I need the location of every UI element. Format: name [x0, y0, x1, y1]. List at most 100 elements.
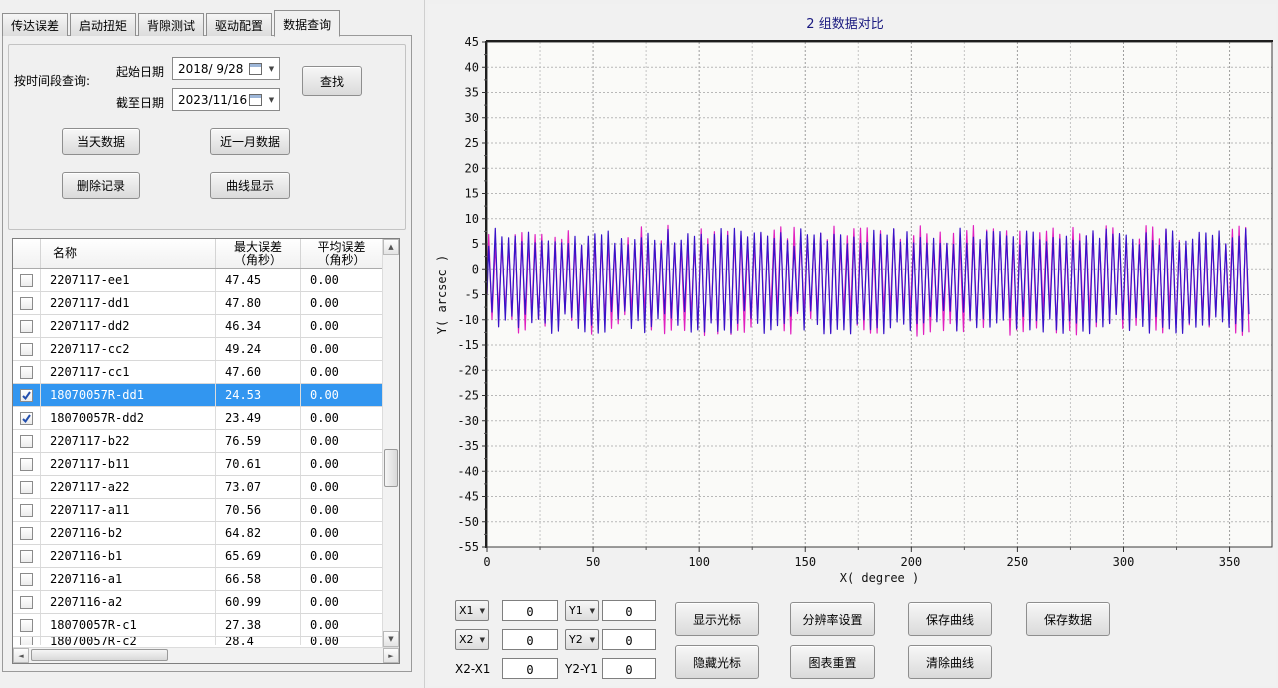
today-data-button[interactable]: 当天数据: [62, 128, 140, 155]
scroll-up-arrow[interactable]: ▲: [383, 239, 399, 255]
chevron-down-icon[interactable]: ▼: [265, 59, 278, 78]
show-cursor-button[interactable]: 显示光标: [675, 602, 759, 636]
y-tick-label: 25: [465, 136, 479, 150]
delete-record-button[interactable]: 删除记录: [62, 172, 140, 199]
y1-select[interactable]: Y1▼: [565, 600, 599, 621]
cell-name: 2207116-b1: [41, 545, 216, 567]
y-tick-label: 15: [465, 187, 479, 201]
clear-curve-button[interactable]: 清除曲线: [908, 645, 992, 679]
y1-value-field[interactable]: [602, 600, 656, 621]
chart-reset-button[interactable]: 图表重置: [790, 645, 875, 679]
app-window: 传达误差启动扭矩背隙测试驱动配置数据查询 按时间段查询: 起始日期 2018/ …: [0, 0, 1278, 688]
start-date-label: 起始日期: [116, 63, 164, 80]
scroll-down-arrow[interactable]: ▼: [383, 631, 399, 647]
table-row[interactable]: 2207116-a2 60.99 0.00: [13, 591, 382, 614]
cell-name: 2207117-b22: [41, 430, 216, 452]
table-body: 2207117-ee1 47.45 0.00 2207117-dd1 47.80…: [13, 269, 382, 645]
chevron-down-icon[interactable]: ▼: [265, 90, 278, 109]
tab-bar: 传达误差启动扭矩背隙测试驱动配置数据查询: [2, 10, 342, 36]
header-name[interactable]: 名称: [41, 239, 216, 268]
table-horizontal-scrollbar[interactable]: ◄ ►: [13, 647, 399, 663]
row-checkbox[interactable]: [20, 366, 33, 379]
table-row[interactable]: 2207116-b1 65.69 0.00: [13, 545, 382, 568]
header-avg-error[interactable]: 平均误差 （角秒）: [301, 239, 382, 268]
save-curve-button[interactable]: 保存曲线: [908, 602, 992, 636]
table-row[interactable]: 2207117-cc2 49.24 0.00: [13, 338, 382, 361]
row-checkbox[interactable]: [20, 637, 33, 645]
table-row[interactable]: 18070057R-c1 27.38 0.00: [13, 614, 382, 637]
end-date-picker[interactable]: 2023/11/16 ▼: [172, 88, 280, 111]
x1-value-field[interactable]: [502, 600, 558, 621]
x2-select[interactable]: X2▼: [455, 629, 489, 650]
row-checkbox[interactable]: [20, 619, 33, 632]
row-checkbox[interactable]: [20, 320, 33, 333]
hide-cursor-button[interactable]: 隐藏光标: [675, 645, 759, 679]
table-row[interactable]: 2207117-cc1 47.60 0.00: [13, 361, 382, 384]
y2-select[interactable]: Y2▼: [565, 629, 599, 650]
table-row[interactable]: 18070057R-dd2 23.49 0.00: [13, 407, 382, 430]
tab-transmission-error[interactable]: 传达误差: [2, 13, 68, 36]
y-tick-label: 10: [465, 212, 479, 226]
table-row[interactable]: 18070057R-dd1 24.53 0.00: [13, 384, 382, 407]
row-checkbox[interactable]: [20, 274, 33, 287]
vertical-scrollbar-thumb[interactable]: [384, 449, 398, 487]
row-checkbox[interactable]: [20, 573, 33, 586]
table-row[interactable]: 2207117-dd2 46.34 0.00: [13, 315, 382, 338]
dy-value-field[interactable]: [602, 658, 656, 679]
curve-display-button[interactable]: 曲线显示: [210, 172, 290, 199]
scroll-left-arrow[interactable]: ◄: [13, 648, 29, 663]
row-checkbox[interactable]: [20, 504, 33, 517]
last-month-data-button[interactable]: 近一月数据: [210, 128, 290, 155]
cell-name: 2207116-a1: [41, 568, 216, 590]
row-checkbox[interactable]: [20, 596, 33, 609]
table-row[interactable]: 2207117-a22 73.07 0.00: [13, 476, 382, 499]
y-tick-label: 0: [472, 262, 479, 276]
cell-max-error: 60.99: [216, 591, 301, 613]
x2-value-field[interactable]: [502, 629, 558, 650]
comparison-chart[interactable]: -55-50-45-40-35-30-25-20-15-10-505101520…: [430, 0, 1278, 592]
y-tick-label: -35: [457, 439, 479, 453]
horizontal-scrollbar-thumb[interactable]: [31, 649, 168, 661]
row-checkbox[interactable]: [20, 343, 33, 356]
table-vertical-scrollbar[interactable]: ▲ ▼: [382, 239, 399, 647]
dx-value-field[interactable]: [502, 658, 558, 679]
table-row[interactable]: 18070057R-c2 28.4 0.00: [13, 637, 382, 645]
row-checkbox[interactable]: [20, 297, 33, 310]
chevron-down-icon: ▼: [590, 636, 595, 644]
header-max-error[interactable]: 最大误差 （角秒）: [216, 239, 301, 268]
resolution-settings-button[interactable]: 分辨率设置: [790, 602, 875, 636]
row-checkbox[interactable]: [20, 527, 33, 540]
row-checkbox[interactable]: [20, 458, 33, 471]
search-button[interactable]: 查找: [302, 66, 362, 96]
panel-divider[interactable]: [424, 0, 425, 688]
scroll-right-arrow[interactable]: ►: [383, 648, 399, 663]
table-row[interactable]: 2207117-dd1 47.80 0.00: [13, 292, 382, 315]
tab-startup-torque[interactable]: 启动扭矩: [70, 13, 136, 36]
tab-drive-config[interactable]: 驱动配置: [206, 13, 272, 36]
tab-label: 背隙测试: [147, 17, 195, 34]
cell-max-error: 47.45: [216, 269, 301, 291]
cell-avg-error: 0.00: [301, 568, 382, 590]
start-date-picker[interactable]: 2018/ 9/28 ▼: [172, 57, 280, 80]
cell-max-error: 70.61: [216, 453, 301, 475]
table-row[interactable]: 2207116-a1 66.58 0.00: [13, 568, 382, 591]
y2-value-field[interactable]: [602, 629, 656, 650]
x-tick-label: 350: [1219, 555, 1241, 569]
table-row[interactable]: 2207117-b22 76.59 0.00: [13, 430, 382, 453]
table-row[interactable]: 2207116-b2 64.82 0.00: [13, 522, 382, 545]
row-checkbox[interactable]: [20, 435, 33, 448]
cell-avg-error: 0.00: [301, 384, 382, 406]
cell-max-error: 47.80: [216, 292, 301, 314]
row-checkbox[interactable]: [20, 481, 33, 494]
table-row[interactable]: 2207117-b11 70.61 0.00: [13, 453, 382, 476]
row-checkbox[interactable]: [20, 389, 33, 402]
row-checkbox[interactable]: [20, 412, 33, 425]
row-checkbox[interactable]: [20, 550, 33, 563]
tab-backlash-test[interactable]: 背隙测试: [138, 13, 204, 36]
x1-select[interactable]: X1▼: [455, 600, 489, 621]
x-tick-label: 250: [1007, 555, 1029, 569]
save-data-button[interactable]: 保存数据: [1026, 602, 1110, 636]
tab-data-query[interactable]: 数据查询: [274, 10, 340, 37]
table-row[interactable]: 2207117-a11 70.56 0.00: [13, 499, 382, 522]
table-row[interactable]: 2207117-ee1 47.45 0.00: [13, 269, 382, 292]
